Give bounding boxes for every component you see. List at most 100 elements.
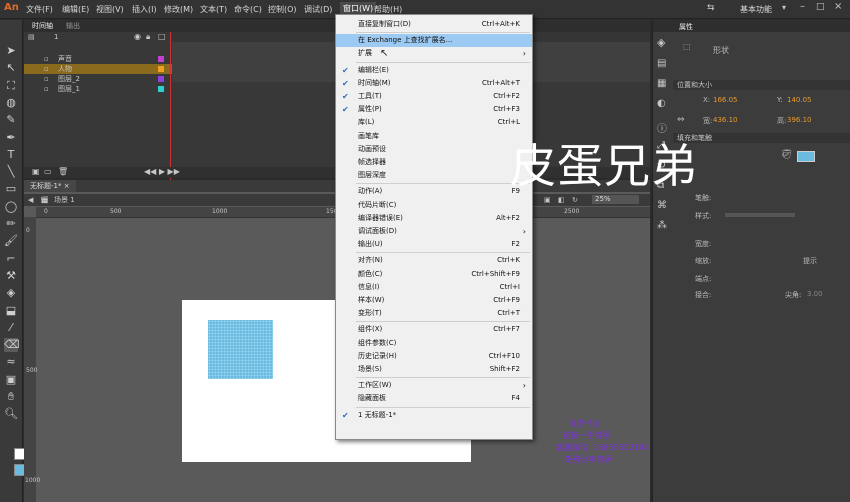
layer-color[interactable] (158, 56, 164, 62)
menu-item[interactable]: 工作区(W) › (336, 379, 532, 392)
menu-item[interactable]: 组件参数(C) (336, 337, 532, 350)
layer-row[interactable]: 人物 ▫ (24, 64, 172, 74)
style-dropdown[interactable] (725, 213, 795, 217)
menu-item[interactable]: 历史记录(H) Ctrl+F10 (336, 350, 532, 363)
paint-bucket-icon[interactable]: ◈ (4, 286, 18, 300)
menu-item[interactable]: 动作(A) F9 (336, 185, 532, 198)
workspace-switcher[interactable]: 基本功能 (740, 4, 772, 15)
menu-item[interactable]: 图层深度 (336, 169, 532, 182)
text-tool-icon[interactable]: T (4, 148, 18, 162)
layer-row[interactable]: 声音 ▫ (24, 54, 172, 64)
menu-item[interactable]: 场景(S) Shift+F2 (336, 363, 532, 376)
paint-brush-icon[interactable]: ⌐ (4, 252, 18, 266)
motion-icon[interactable]: ⁂ (657, 220, 667, 231)
document-tab[interactable]: 无标题-1* × (24, 180, 76, 192)
back-arrow-icon[interactable]: ◀ (28, 194, 33, 206)
menu-item[interactable]: 隐藏面板 F4 (336, 392, 532, 405)
layer-row[interactable]: 图层_1 ▫ (24, 84, 172, 94)
width-value[interactable]: 436.10 (713, 116, 738, 124)
tab-properties[interactable]: 属性 (679, 22, 693, 32)
ink-bottle-icon[interactable]: ⬓ (4, 304, 18, 318)
selection-tool-icon[interactable]: ➤ (4, 44, 18, 58)
close-tab-icon[interactable]: × (64, 182, 70, 190)
layer-row[interactable]: 图层_2 ▫ (24, 74, 172, 84)
menu-item[interactable]: 对齐(N) Ctrl+K (336, 254, 532, 267)
menu-item[interactable]: 动画预设 (336, 143, 532, 156)
section-position-size[interactable]: 位置和大小 (673, 80, 850, 90)
3d-rotation-icon[interactable]: ◍ (4, 96, 18, 110)
menu-item[interactable]: ✔ 工具(T) Ctrl+F2 (336, 90, 532, 103)
menu-item[interactable]: 扩展 › (336, 47, 532, 60)
menu-2[interactable]: 视图(V) (96, 4, 124, 15)
delete-layer-icon[interactable]: 🗑︎ (58, 167, 68, 176)
layer-color[interactable] (158, 76, 164, 82)
code-icon[interactable]: ⌘ (657, 200, 667, 211)
menu-8[interactable]: 调试(D) (304, 4, 332, 15)
menu-item[interactable]: 输出(U) F2 (336, 238, 532, 251)
menu-item[interactable]: 样本(W) Ctrl+F9 (336, 294, 532, 307)
menu-item[interactable]: ✔ 1 无标题-1* (336, 409, 532, 422)
subselection-tool-icon[interactable]: ↖ (4, 61, 18, 75)
bone-tool-icon[interactable]: ⚒ (4, 269, 18, 283)
close-button[interactable]: × (834, 1, 842, 12)
link-icon[interactable]: ⇔ (677, 115, 685, 125)
new-layer-icon[interactable]: ▣ (32, 167, 40, 176)
chevron-down-icon[interactable]: ▾ (782, 3, 786, 12)
menu-item[interactable]: 库(L) Ctrl+L (336, 116, 532, 129)
menu-item[interactable]: 直接复制窗口(D) Ctrl+Alt+K (336, 18, 532, 31)
menu-4[interactable]: 修改(M) (164, 4, 193, 15)
fill-color-swatch[interactable] (797, 151, 815, 162)
menu-item[interactable]: 变形(T) Ctrl+T (336, 307, 532, 320)
height-value[interactable]: 396.10 (787, 116, 812, 124)
oval-tool-icon[interactable]: ◯ (4, 200, 18, 214)
align-icon[interactable]: ▦ (657, 78, 666, 89)
menu-item[interactable]: 代码片断(C) (336, 199, 532, 212)
camera-icon[interactable]: ▣ (4, 373, 18, 387)
maximize-button[interactable]: □ (816, 2, 825, 12)
lasso-icon[interactable]: ✎ (4, 113, 18, 127)
menu-7[interactable]: 控制(O) (268, 4, 297, 15)
lock-icon[interactable]: 🔒︎ (146, 32, 150, 42)
line-tool-icon[interactable]: ╲ (4, 165, 18, 179)
zoom-select[interactable]: 25% (592, 195, 639, 204)
menu-item[interactable]: 编译器错误(E) Alt+F2 (336, 212, 532, 225)
menu-item[interactable]: ✔ 属性(P) Ctrl+F3 (336, 103, 532, 116)
menu-item[interactable]: ✔ 编辑栏(E) (336, 64, 532, 77)
eyedropper-icon[interactable]: ⁄ (4, 321, 18, 335)
color-icon[interactable]: ◐ (657, 98, 666, 109)
zoom-tool-icon[interactable]: 🔍︎ (4, 407, 18, 421)
free-transform-icon[interactable]: ⛶ (4, 79, 18, 93)
sync-icon[interactable]: ⇆ (707, 3, 715, 13)
layer-color[interactable] (158, 66, 164, 72)
minimize-button[interactable]: – (800, 1, 805, 12)
pen-tool-icon[interactable]: ✒ (4, 131, 18, 145)
eye-icon[interactable]: ◉ (134, 32, 141, 41)
menu-item[interactable]: 画笔库 (336, 130, 532, 143)
selected-rectangle-shape[interactable] (208, 320, 273, 379)
rectangle-tool-icon[interactable]: ▭ (4, 182, 18, 196)
menu-5[interactable]: 文本(T) (200, 4, 227, 15)
eraser-icon[interactable]: ⌫ (4, 338, 20, 353)
miter-value[interactable]: 3.00 (807, 290, 823, 298)
scene-label[interactable]: 场景 1 (54, 194, 75, 206)
width-tool-icon[interactable]: ≈ (4, 355, 18, 369)
new-folder-icon[interactable]: ▭ (44, 167, 52, 176)
pencil-tool-icon[interactable]: ✏ (4, 217, 18, 231)
layer-color[interactable] (158, 86, 164, 92)
menu-1[interactable]: 编辑(E) (62, 4, 89, 15)
tab-output[interactable]: 输出 (66, 21, 80, 31)
section-fill-stroke[interactable]: 填充和笔触 (673, 133, 850, 143)
menu-item[interactable]: 颜色(C) Ctrl+Shift+F9 (336, 268, 532, 281)
outline-icon[interactable]: □ (158, 32, 166, 41)
menu-0[interactable]: 文件(F) (26, 4, 53, 15)
menu-6[interactable]: 命令(C) (234, 4, 262, 15)
library-icon[interactable]: ▤ (657, 58, 666, 69)
playhead[interactable] (170, 32, 171, 182)
menu-item[interactable]: ✔ 时间轴(M) Ctrl+Alt+T (336, 77, 532, 90)
y-value[interactable]: 140.05 (787, 96, 812, 104)
tab-timeline[interactable]: 时间轴 (32, 21, 53, 31)
brush-tool-icon[interactable]: 🖌︎ (4, 234, 18, 248)
x-value[interactable]: 166.05 (713, 96, 738, 104)
menu-item[interactable]: 调试面板(D) › (336, 225, 532, 238)
play-controls-icon[interactable]: ◀◀ ▶ ▶▶ (144, 167, 180, 176)
